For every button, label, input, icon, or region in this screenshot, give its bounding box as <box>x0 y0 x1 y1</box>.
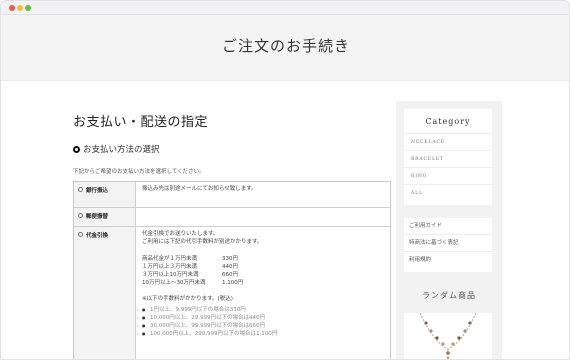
payment-option-bank[interactable]: 銀行振込 振込み先は別途メールにてお知らせ致します。 <box>74 182 390 208</box>
radio-bank-transfer[interactable] <box>78 186 83 192</box>
fee-range: 商品代金が１万円未満 <box>142 255 198 262</box>
fee-amount: 440円 <box>222 263 238 270</box>
random-product-image[interactable] <box>404 313 492 359</box>
fee-row: ３万円以上10万円未満 660円 <box>142 272 384 280</box>
cod-extra-note: ※以下の手数料がかかります。(税込) <box>142 295 233 302</box>
category-all[interactable]: ALL <box>404 184 492 201</box>
link-user-guide[interactable]: ご利用ガイド <box>404 218 492 235</box>
payment-option-postal[interactable]: 郵便振替 <box>74 208 390 227</box>
category-card: Category NECKLACE BRACELET RING ALL <box>404 109 492 205</box>
fee-note-item: 1円以上、9,999円以下の場合は330円 <box>142 307 384 315</box>
payment-label-postal[interactable]: 郵便振替 <box>74 208 136 226</box>
category-title: Category <box>425 117 471 126</box>
fee-amount: 330円 <box>222 255 238 262</box>
link-terms[interactable]: 利用規約 <box>404 252 492 269</box>
category-bracelet[interactable]: BRACELET <box>404 150 492 167</box>
fee-note-item: 30,000円以上、99,999円以下の場合は660円 <box>142 323 384 331</box>
payment-method-table: 銀行振込 振込み先は別途メールにてお知らせ致します。 郵便振替 代金引換 代金引… <box>73 181 391 359</box>
category-ring[interactable]: RING <box>404 167 492 184</box>
payment-label-text: 郵便振替 <box>86 214 109 220</box>
payment-label-text: 銀行振込 <box>86 188 109 194</box>
page-title: ご注文のお手続き <box>221 37 350 55</box>
browser-window: ご注文のお手続き お支払い・配送の指定 お支払い方法の選択 下記からご希望のお支… <box>0 0 570 360</box>
payment-label-cod[interactable]: 代金引換 <box>74 227 136 359</box>
fee-range: 10万円以上〜30万円未満 <box>142 279 206 286</box>
fee-range: １万円以上３万円未満 <box>142 263 198 270</box>
payment-instructions: 下記からご希望のお支払い方法を選択してください。 <box>73 169 205 175</box>
payment-desc-postal <box>136 208 390 226</box>
payment-desc-cod: 代金引換でお送りいたします。 ご利用には下記の代引手数料が別途かかります。 商品… <box>136 227 390 359</box>
fee-row: 商品代金が１万円未満 330円 <box>142 256 384 264</box>
circle-bullet-icon <box>73 145 80 153</box>
radio-postal-transfer[interactable] <box>78 212 83 218</box>
radio-cash-on-delivery[interactable] <box>78 231 83 237</box>
maximize-window-icon[interactable] <box>25 5 31 11</box>
payment-label-bank[interactable]: 銀行振込 <box>74 182 136 207</box>
necklace-image <box>419 313 477 359</box>
payment-option-cod[interactable]: 代金引換 代金引換でお送りいたします。 ご利用には下記の代引手数料が別途かかりま… <box>74 227 390 359</box>
payment-label-text: 代金引換 <box>86 233 109 239</box>
section-heading: お支払い・配送の指定 <box>73 115 209 130</box>
fee-range: ３万円以上10万円未満 <box>142 271 199 278</box>
link-commercial-law[interactable]: 特商法に基づく表記 <box>404 235 492 252</box>
info-links-card: ご利用ガイド 特商法に基づく表記 利用規約 <box>404 218 492 272</box>
payment-section-title: お支払い方法の選択 <box>73 143 160 155</box>
window-titlebar <box>1 1 569 15</box>
fee-row: 10万円以上〜30万円未満 1,100円 <box>142 280 384 288</box>
fee-row: １万円以上３万円未満 440円 <box>142 264 384 272</box>
close-window-icon[interactable] <box>9 5 15 11</box>
payment-desc-bank: 振込み先は別途メールにてお知らせ致します。 <box>142 186 257 192</box>
fee-note-item: 100,000円以上、299,999円以下の場合は1,100円 <box>142 331 384 339</box>
fee-note-item: 10,000円以上、29,999円以下の場合は440円 <box>142 315 384 323</box>
minimize-window-icon[interactable] <box>17 5 23 11</box>
fee-notes-list: 1円以上、9,999円以下の場合は330円 10,000円以上、29,999円以… <box>142 307 384 339</box>
random-products-title: ランダム商品 <box>422 291 476 300</box>
sidebar: Category NECKLACE BRACELET RING ALL ご利用ガ… <box>396 101 502 359</box>
cod-line-1: 代金引換でお送りいたします。 <box>142 231 219 237</box>
fee-amount: 1,100円 <box>222 279 244 286</box>
category-necklace[interactable]: NECKLACE <box>404 133 492 150</box>
cod-line-2: ご利用には下記の代引手数料が別途かかります。 <box>142 238 263 245</box>
fee-amount: 660円 <box>222 271 238 278</box>
payment-section-label: お支払い方法の選択 <box>83 145 160 155</box>
page-header: ご注文のお手続き <box>1 15 569 81</box>
